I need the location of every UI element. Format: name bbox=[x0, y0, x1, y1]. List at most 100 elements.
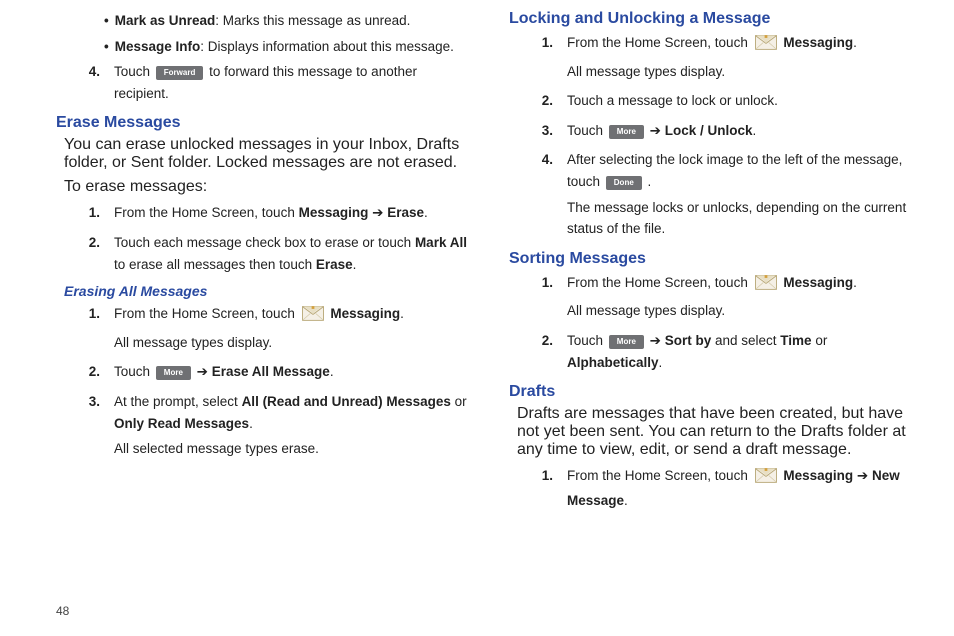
messaging-icon bbox=[755, 275, 777, 297]
step-text: or bbox=[812, 333, 828, 348]
step-text: At the prompt, select bbox=[114, 394, 242, 409]
step-number: 1. bbox=[527, 465, 567, 511]
step-text: Touch bbox=[567, 333, 607, 348]
more-softkey: More bbox=[609, 125, 644, 139]
bold-text: Mark All bbox=[415, 235, 467, 250]
bullet-desc: : Marks this message as unread. bbox=[215, 13, 410, 28]
erase-lead: To erase messages: bbox=[64, 178, 469, 196]
two-column-layout: Mark as Unread: Marks this message as un… bbox=[56, 10, 922, 519]
step-text: . bbox=[753, 123, 757, 138]
step-number: 2. bbox=[74, 361, 114, 383]
step-text: . bbox=[249, 416, 253, 431]
erase-step-1: 1. From the Home Screen, touch Messaging… bbox=[74, 202, 469, 224]
step-number: 2. bbox=[74, 232, 114, 275]
drafts-step-1: 1. From the Home Screen, touch Messaging… bbox=[527, 465, 922, 511]
heading-drafts: Drafts bbox=[509, 383, 922, 401]
step-number: 3. bbox=[527, 120, 567, 142]
arrow-icon: ➔ bbox=[650, 123, 665, 138]
step-text: and select bbox=[711, 333, 780, 348]
arrow-icon: ➔ bbox=[368, 205, 387, 220]
bold-text: Erase All Message bbox=[212, 364, 330, 379]
step-number: 1. bbox=[74, 303, 114, 353]
bold-text: Messaging bbox=[299, 205, 369, 220]
sort-step-2: 2. Touch More ➔ Sort by and select Time … bbox=[527, 330, 922, 373]
heading-erasing-all: Erasing All Messages bbox=[64, 283, 469, 299]
heading-sorting: Sorting Messages bbox=[509, 250, 922, 268]
messaging-icon bbox=[755, 468, 777, 490]
step-number: 2. bbox=[527, 330, 567, 373]
step-text: or bbox=[451, 394, 467, 409]
step-number: 1. bbox=[74, 202, 114, 224]
step-text: . bbox=[424, 205, 428, 220]
step-subtext: All message types display. bbox=[114, 332, 469, 354]
manual-page: Mark as Unread: Marks this message as un… bbox=[0, 0, 954, 636]
step-number: 1. bbox=[527, 32, 567, 82]
eraseall-step-2: 2. Touch More ➔ Erase All Message. bbox=[74, 361, 469, 383]
more-softkey: More bbox=[156, 366, 191, 380]
bold-text: All (Read and Unread) Messages bbox=[242, 394, 451, 409]
step-4-forward: 4. Touch Forward to forward this message… bbox=[74, 61, 469, 104]
step-text: From the Home Screen, touch bbox=[114, 306, 299, 321]
messaging-icon bbox=[755, 35, 777, 57]
arrow-icon: ➔ bbox=[650, 333, 665, 348]
bullet-term: Mark as Unread bbox=[115, 13, 216, 28]
eraseall-step-3: 3. At the prompt, select All (Read and U… bbox=[74, 391, 469, 460]
step-number: 4. bbox=[527, 149, 567, 239]
arrow-icon: ➔ bbox=[853, 468, 872, 483]
bold-text: Alphabetically bbox=[567, 355, 659, 370]
step-text: From the Home Screen, touch bbox=[114, 205, 299, 220]
right-column: Locking and Unlocking a Message 1. From … bbox=[509, 10, 922, 519]
drafts-intro: Drafts are messages that have been creat… bbox=[517, 405, 922, 459]
eraseall-step-1: 1. From the Home Screen, touch Messaging… bbox=[74, 303, 469, 353]
erase-intro: You can erase unlocked messages in your … bbox=[64, 136, 469, 172]
bold-text: Erase bbox=[387, 205, 424, 220]
bold-text: Messaging bbox=[783, 468, 853, 483]
bullet-desc: : Displays information about this messag… bbox=[200, 39, 454, 54]
heading-locking: Locking and Unlocking a Message bbox=[509, 10, 922, 28]
step-text: . bbox=[853, 35, 857, 50]
forward-softkey: Forward bbox=[156, 66, 204, 80]
bold-text: Sort by bbox=[665, 333, 712, 348]
step-text: Touch each message check box to erase or… bbox=[114, 235, 415, 250]
step-text: . bbox=[659, 355, 663, 370]
bold-text: Lock / Unlock bbox=[665, 123, 753, 138]
bold-text: Erase bbox=[316, 257, 353, 272]
bullet-term: Message Info bbox=[115, 39, 201, 54]
done-softkey: Done bbox=[606, 176, 642, 190]
step-text: Touch bbox=[114, 64, 154, 79]
erase-step-2: 2. Touch each message check box to erase… bbox=[74, 232, 469, 275]
step-number: 1. bbox=[527, 272, 567, 322]
step-text: to erase all messages then touch bbox=[114, 257, 316, 272]
bullet-message-info: Message Info: Displays information about… bbox=[104, 36, 469, 58]
step-text: . bbox=[330, 364, 334, 379]
step-subtext: All selected message types erase. bbox=[114, 438, 469, 460]
step-subtext: All message types display. bbox=[567, 300, 922, 322]
arrow-icon: ➔ bbox=[197, 364, 212, 379]
bold-text: Messaging bbox=[783, 35, 853, 50]
sort-step-1: 1. From the Home Screen, touch Messaging… bbox=[527, 272, 922, 322]
step-text: From the Home Screen, touch bbox=[567, 35, 752, 50]
lock-step-4: 4. After selecting the lock image to the… bbox=[527, 149, 922, 239]
more-softkey: More bbox=[609, 335, 644, 349]
step-number: 3. bbox=[74, 391, 114, 460]
step-subtext: All message types display. bbox=[567, 61, 922, 83]
lock-step-1: 1. From the Home Screen, touch Messaging… bbox=[527, 32, 922, 82]
step-text: Touch bbox=[567, 123, 607, 138]
step-subtext: The message locks or unlocks, depending … bbox=[567, 197, 922, 240]
page-number: 48 bbox=[56, 604, 69, 618]
step-number: 2. bbox=[527, 90, 567, 112]
left-column: Mark as Unread: Marks this message as un… bbox=[56, 10, 469, 519]
lock-step-3: 3. Touch More ➔ Lock / Unlock. bbox=[527, 120, 922, 142]
option-bullet-list: Mark as Unread: Marks this message as un… bbox=[104, 10, 469, 57]
lock-step-2: 2. Touch a message to lock or unlock. bbox=[527, 90, 922, 112]
step-text: . bbox=[644, 174, 652, 189]
step-text: . bbox=[853, 275, 857, 290]
step-text: . bbox=[353, 257, 357, 272]
step-number: 4. bbox=[74, 61, 114, 104]
bold-text: Messaging bbox=[330, 306, 400, 321]
step-text: From the Home Screen, touch bbox=[567, 468, 752, 483]
step-text: . bbox=[400, 306, 404, 321]
bold-text: Messaging bbox=[783, 275, 853, 290]
bold-text: Only Read Messages bbox=[114, 416, 249, 431]
step-text: Touch a message to lock or unlock. bbox=[567, 90, 922, 112]
